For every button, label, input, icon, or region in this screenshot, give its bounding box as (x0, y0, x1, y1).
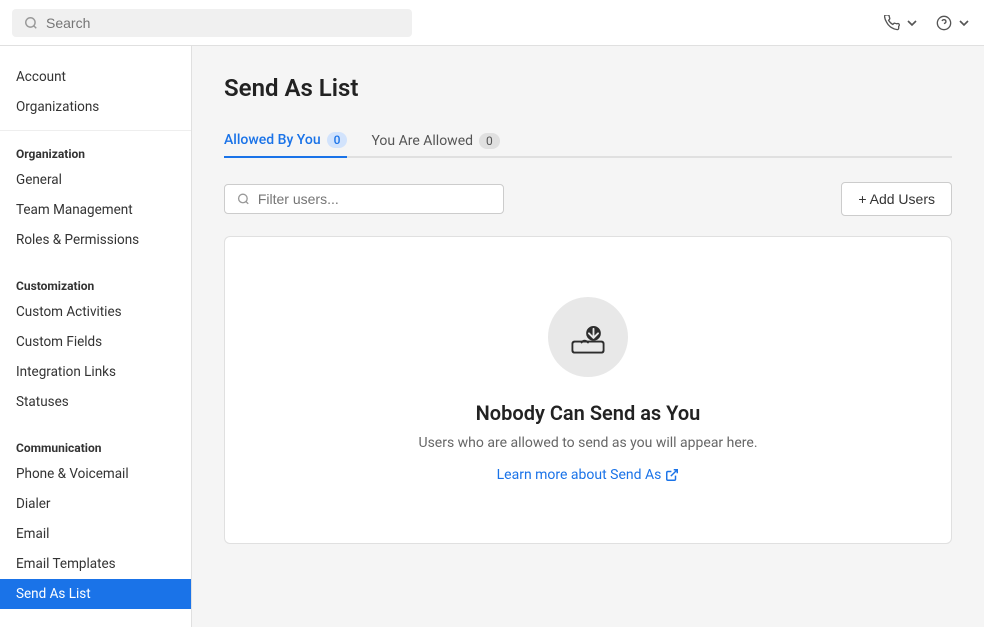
sidebar-section-organization: Organization General Team Management Rol… (0, 139, 191, 255)
main-layout: Account Organizations Organization Gener… (0, 46, 984, 627)
topbar-right (884, 15, 972, 31)
sidebar-top-section: Account Organizations (0, 62, 191, 131)
tab-you-are-allowed[interactable]: You Are Allowed 0 (371, 124, 499, 158)
sidebar-item-custom-fields[interactable]: Custom Fields (0, 327, 191, 357)
sidebar-section-title-customization: Customization (0, 271, 191, 297)
tabs: Allowed By You 0 You Are Allowed 0 (224, 122, 952, 158)
empty-state-card: Nobody Can Send as You Users who are all… (224, 236, 952, 544)
filter-users-input[interactable] (258, 191, 491, 207)
sidebar-item-integration-links[interactable]: Integration Links (0, 357, 191, 387)
empty-state-title: Nobody Can Send as You (476, 401, 701, 425)
empty-state-icon-circle (548, 297, 628, 377)
sidebar-section-communication: Communication Phone & Voicemail Dialer E… (0, 433, 191, 609)
sidebar: Account Organizations Organization Gener… (0, 46, 192, 627)
help-button[interactable] (936, 15, 972, 31)
chevron-down-icon (904, 15, 920, 31)
tab-you-are-allowed-badge: 0 (479, 133, 500, 149)
filter-input-wrap[interactable] (224, 184, 504, 214)
tab-allowed-by-you-label: Allowed By You (224, 132, 321, 148)
sidebar-item-general[interactable]: General (0, 165, 191, 195)
tab-allowed-by-you-badge: 0 (327, 132, 348, 148)
sidebar-item-custom-activities[interactable]: Custom Activities (0, 297, 191, 327)
sidebar-item-statuses[interactable]: Statuses (0, 387, 191, 417)
search-icon (24, 16, 38, 30)
sidebar-section-title-communication: Communication (0, 433, 191, 459)
sidebar-item-dialer[interactable]: Dialer (0, 489, 191, 519)
page-title: Send As List (224, 74, 952, 102)
empty-state-subtitle: Users who are allowed to send as you wil… (418, 435, 757, 451)
learn-more-link[interactable]: Learn more about Send As (497, 467, 680, 483)
chevron-down-icon (956, 15, 972, 31)
tab-you-are-allowed-label: You Are Allowed (371, 133, 473, 149)
sidebar-item-roles-permissions[interactable]: Roles & Permissions (0, 225, 191, 255)
search-box[interactable] (12, 9, 412, 37)
sidebar-item-phone-voicemail[interactable]: Phone & Voicemail (0, 459, 191, 489)
search-icon (237, 192, 250, 206)
sidebar-item-team-management[interactable]: Team Management (0, 195, 191, 225)
search-input[interactable] (46, 15, 400, 31)
sidebar-item-organizations[interactable]: Organizations (0, 92, 191, 122)
sidebar-item-account[interactable]: Account (0, 62, 191, 92)
learn-more-label: Learn more about Send As (497, 467, 662, 483)
content-area: Send As List Allowed By You 0 You Are Al… (192, 46, 984, 627)
sidebar-item-email-templates[interactable]: Email Templates (0, 549, 191, 579)
tab-allowed-by-you[interactable]: Allowed By You 0 (224, 124, 347, 158)
sidebar-section-customization: Customization Custom Activities Custom F… (0, 271, 191, 417)
topbar (0, 0, 984, 46)
help-icon (936, 15, 952, 31)
add-users-button[interactable]: + Add Users (841, 182, 952, 216)
toolbar-row: + Add Users (224, 182, 952, 216)
external-link-icon (665, 468, 679, 482)
phone-icon (884, 15, 900, 31)
sidebar-section-title-organization: Organization (0, 139, 191, 165)
sidebar-item-send-as-list[interactable]: Send As List (0, 579, 191, 609)
phone-button[interactable] (884, 15, 920, 31)
sidebar-item-email[interactable]: Email (0, 519, 191, 549)
